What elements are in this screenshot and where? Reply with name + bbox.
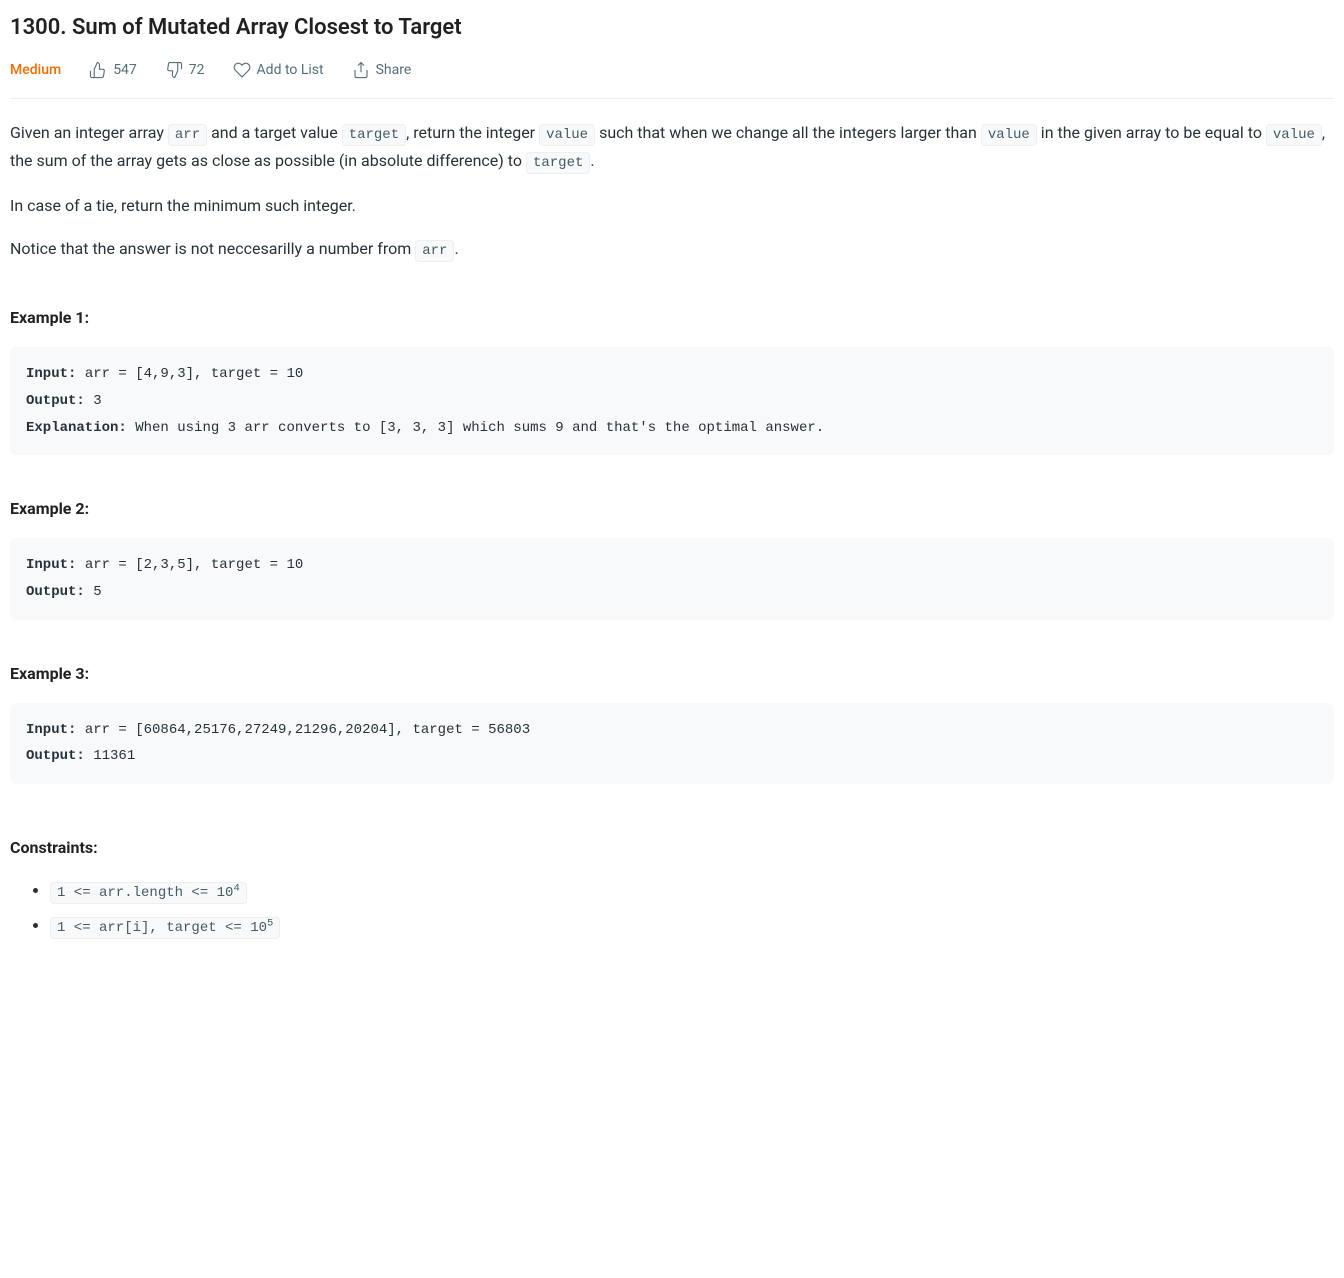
constraint-item: 1 <= arr.length <= 104: [50, 877, 1334, 906]
dislike-button[interactable]: 72: [165, 59, 205, 81]
example-block: Input: arr = [2,3,5], target = 10 Output…: [10, 538, 1334, 619]
example-2: Example 2: Input: arr = [2,3,5], target …: [10, 495, 1334, 619]
example-heading: Example 3:: [10, 660, 1334, 687]
output-value: 5: [85, 584, 102, 600]
explanation-label: Explanation:: [26, 420, 127, 436]
heart-icon: [233, 61, 251, 79]
code-value: value: [539, 124, 595, 146]
code-target: target: [342, 124, 406, 146]
problem-description: Given an integer array arr and a target …: [10, 119, 1334, 941]
problem-title: 1300. Sum of Mutated Array Closest to Ta…: [10, 10, 1334, 45]
like-count: 547: [113, 59, 137, 81]
input-value: arr = [4,9,3], target = 10: [76, 366, 303, 382]
code-value: value: [981, 124, 1037, 146]
thumbs-up-icon: [89, 61, 107, 79]
description-paragraph-3: Notice that the answer is not neccesaril…: [10, 235, 1334, 264]
code-arr: arr: [168, 124, 207, 146]
explanation-value: When using 3 arr converts to [3, 3, 3] w…: [127, 420, 824, 436]
add-to-list-label: Add to List: [257, 59, 324, 81]
code-arr: arr: [415, 240, 454, 262]
example-heading: Example 1:: [10, 304, 1334, 331]
example-3: Example 3: Input: arr = [60864,25176,272…: [10, 660, 1334, 784]
input-value: arr = [2,3,5], target = 10: [76, 557, 303, 573]
example-block: Input: arr = [60864,25176,27249,21296,20…: [10, 703, 1334, 784]
code-value: value: [1266, 124, 1322, 146]
input-value: arr = [60864,25176,27249,21296,20204], t…: [76, 722, 530, 738]
output-label: Output:: [26, 393, 85, 409]
output-label: Output:: [26, 748, 85, 764]
like-button[interactable]: 547: [89, 59, 137, 81]
output-value: 3: [85, 393, 102, 409]
output-label: Output:: [26, 584, 85, 600]
constraints-list: 1 <= arr.length <= 104 1 <= arr[i], targ…: [10, 877, 1334, 941]
dislike-count: 72: [189, 59, 205, 81]
share-icon: [352, 61, 370, 79]
constraint-item: 1 <= arr[i], target <= 105: [50, 912, 1334, 941]
meta-row: Medium 547 72 Add to List Share: [10, 59, 1334, 98]
input-label: Input:: [26, 557, 76, 573]
input-label: Input:: [26, 366, 76, 382]
share-button[interactable]: Share: [352, 59, 412, 81]
output-value: 11361: [85, 748, 135, 764]
example-1: Example 1: Input: arr = [4,9,3], target …: [10, 304, 1334, 455]
example-heading: Example 2:: [10, 495, 1334, 522]
thumbs-down-icon: [165, 61, 183, 79]
add-to-list-button[interactable]: Add to List: [233, 59, 324, 81]
share-label: Share: [376, 59, 412, 81]
example-block: Input: arr = [4,9,3], target = 10 Output…: [10, 347, 1334, 455]
code-target: target: [526, 152, 590, 174]
input-label: Input:: [26, 722, 76, 738]
description-paragraph-1: Given an integer array arr and a target …: [10, 119, 1334, 177]
difficulty-badge: Medium: [10, 59, 61, 81]
constraints-heading: Constraints:: [10, 834, 1334, 861]
description-paragraph-2: In case of a tie, return the minimum suc…: [10, 192, 1334, 219]
problem-container: 1300. Sum of Mutated Array Closest to Ta…: [10, 10, 1334, 941]
